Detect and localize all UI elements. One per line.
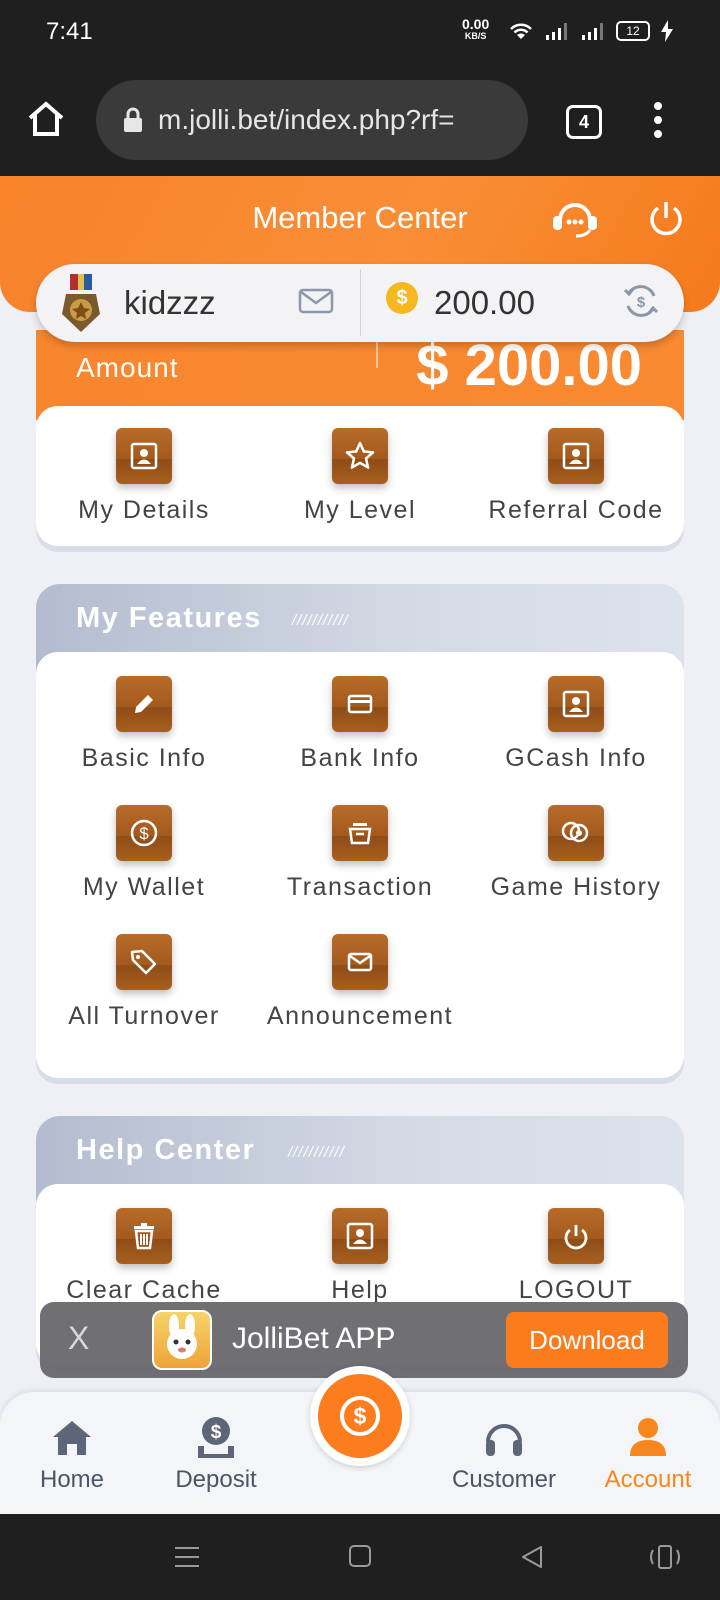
signal-icon	[546, 23, 567, 40]
home-icon	[53, 1421, 91, 1455]
section-title: My Features	[76, 602, 262, 634]
game-history-button[interactable]: Game History	[468, 805, 684, 902]
refresh-balance-icon[interactable]: $	[622, 282, 660, 320]
close-banner-button[interactable]: X	[68, 1320, 89, 1357]
wifi-icon	[510, 23, 532, 39]
svg-text:$: $	[354, 1403, 367, 1429]
download-button[interactable]: Download	[506, 1312, 668, 1368]
bottom-navigation: Home $ Deposit $ Customer Account	[0, 1366, 720, 1514]
svg-text:$: $	[637, 294, 646, 311]
basket-icon	[332, 805, 388, 861]
power-icon[interactable]	[646, 198, 686, 238]
status-bar: 7:41 0.00 KB/S 12	[0, 0, 720, 64]
clear-cache-button[interactable]: Clear Cache	[36, 1208, 252, 1305]
page-title: Member Center	[252, 200, 468, 235]
referral-code-button[interactable]: Referral Code	[468, 428, 684, 525]
help-button[interactable]: Help	[252, 1208, 468, 1305]
section-title: Help Center	[76, 1134, 256, 1166]
tag-icon	[116, 934, 172, 990]
section-stripes: ///////////	[292, 612, 349, 629]
center-deposit-button[interactable]: $	[310, 1366, 410, 1466]
tab-switcher-button[interactable]: 4	[566, 105, 602, 139]
system-navigation-bar	[0, 1514, 720, 1600]
mail-icon	[332, 934, 388, 990]
app-logo-icon	[152, 1310, 212, 1370]
amount-value: $ 200.00	[416, 333, 642, 398]
id-card-icon	[548, 676, 604, 732]
svg-text:$: $	[139, 824, 149, 843]
network-speed: 0.00 KB/S	[462, 16, 490, 41]
user-summary: kidzzz $ 200.00 $	[36, 264, 684, 342]
id-card-icon	[548, 428, 604, 484]
chips-icon	[548, 805, 604, 861]
star-icon	[332, 428, 388, 484]
headphones-icon	[486, 1424, 522, 1456]
wallet-balance: 200.00	[434, 284, 535, 321]
basic-info-button[interactable]: Basic Info	[36, 676, 252, 773]
address-bar[interactable]: m.jolli.bet/index.php?rf=	[96, 80, 528, 160]
url-text: m.jolli.bet/index.php?rf=	[158, 104, 455, 135]
lock-icon	[124, 107, 142, 132]
browser-toolbar: m.jolli.bet/index.php?rf= 4	[0, 64, 720, 176]
home-icon[interactable]	[26, 100, 66, 138]
all-turnover-button[interactable]: All Turnover	[36, 934, 252, 1031]
coin-icon: $	[386, 282, 418, 314]
transaction-button[interactable]: Transaction	[252, 805, 468, 902]
status-time: 7:41	[46, 18, 93, 45]
my-wallet-button[interactable]: $ My Wallet	[36, 805, 252, 902]
gcash-info-button[interactable]: GCash Info	[468, 676, 684, 773]
svg-text:$: $	[211, 1422, 222, 1443]
nav-deposit[interactable]: $ Deposit	[156, 1412, 276, 1494]
card-icon	[332, 676, 388, 732]
dollar-coin-icon: $	[116, 805, 172, 861]
rotate-screen-icon[interactable]	[648, 1544, 682, 1570]
dollar-coin-icon: $	[340, 1396, 380, 1436]
recents-menu-icon[interactable]	[174, 1544, 200, 1570]
my-details-button[interactable]: My Details	[36, 428, 252, 525]
user-icon	[630, 1418, 666, 1456]
home-square-icon[interactable]	[348, 1544, 372, 1568]
profile-card: My Details My Level Referral Code	[36, 406, 684, 546]
id-card-icon	[116, 428, 172, 484]
charging-icon	[661, 20, 673, 42]
logout-button[interactable]: LOGOUT	[468, 1208, 684, 1305]
username: kidzzz	[124, 284, 216, 321]
section-stripes: ///////////	[288, 1144, 345, 1161]
signal-icon	[582, 23, 603, 40]
announcement-button[interactable]: Announcement	[252, 934, 468, 1031]
support-agent-icon[interactable]	[550, 198, 600, 238]
nav-account[interactable]: Account	[588, 1412, 708, 1494]
medal-avatar-icon	[62, 274, 100, 332]
deposit-icon: $	[198, 1417, 234, 1458]
nav-customer[interactable]: Customer	[444, 1412, 564, 1494]
mail-icon[interactable]	[298, 286, 334, 316]
id-card-icon	[332, 1208, 388, 1264]
back-icon[interactable]	[520, 1544, 544, 1570]
app-name: JolliBet APP	[232, 1322, 396, 1355]
power-icon	[548, 1208, 604, 1264]
my-level-button[interactable]: My Level	[252, 428, 468, 525]
nav-home[interactable]: Home	[12, 1412, 132, 1494]
battery-icon: 12	[616, 21, 650, 41]
trash-icon	[116, 1208, 172, 1264]
pencil-icon	[116, 676, 172, 732]
bank-info-button[interactable]: Bank Info	[252, 676, 468, 773]
amount-label: Amount	[76, 352, 179, 383]
browser-menu-icon[interactable]	[652, 102, 664, 142]
features-card: Basic Info Bank Info GCash Info $ My Wal…	[36, 652, 684, 1078]
